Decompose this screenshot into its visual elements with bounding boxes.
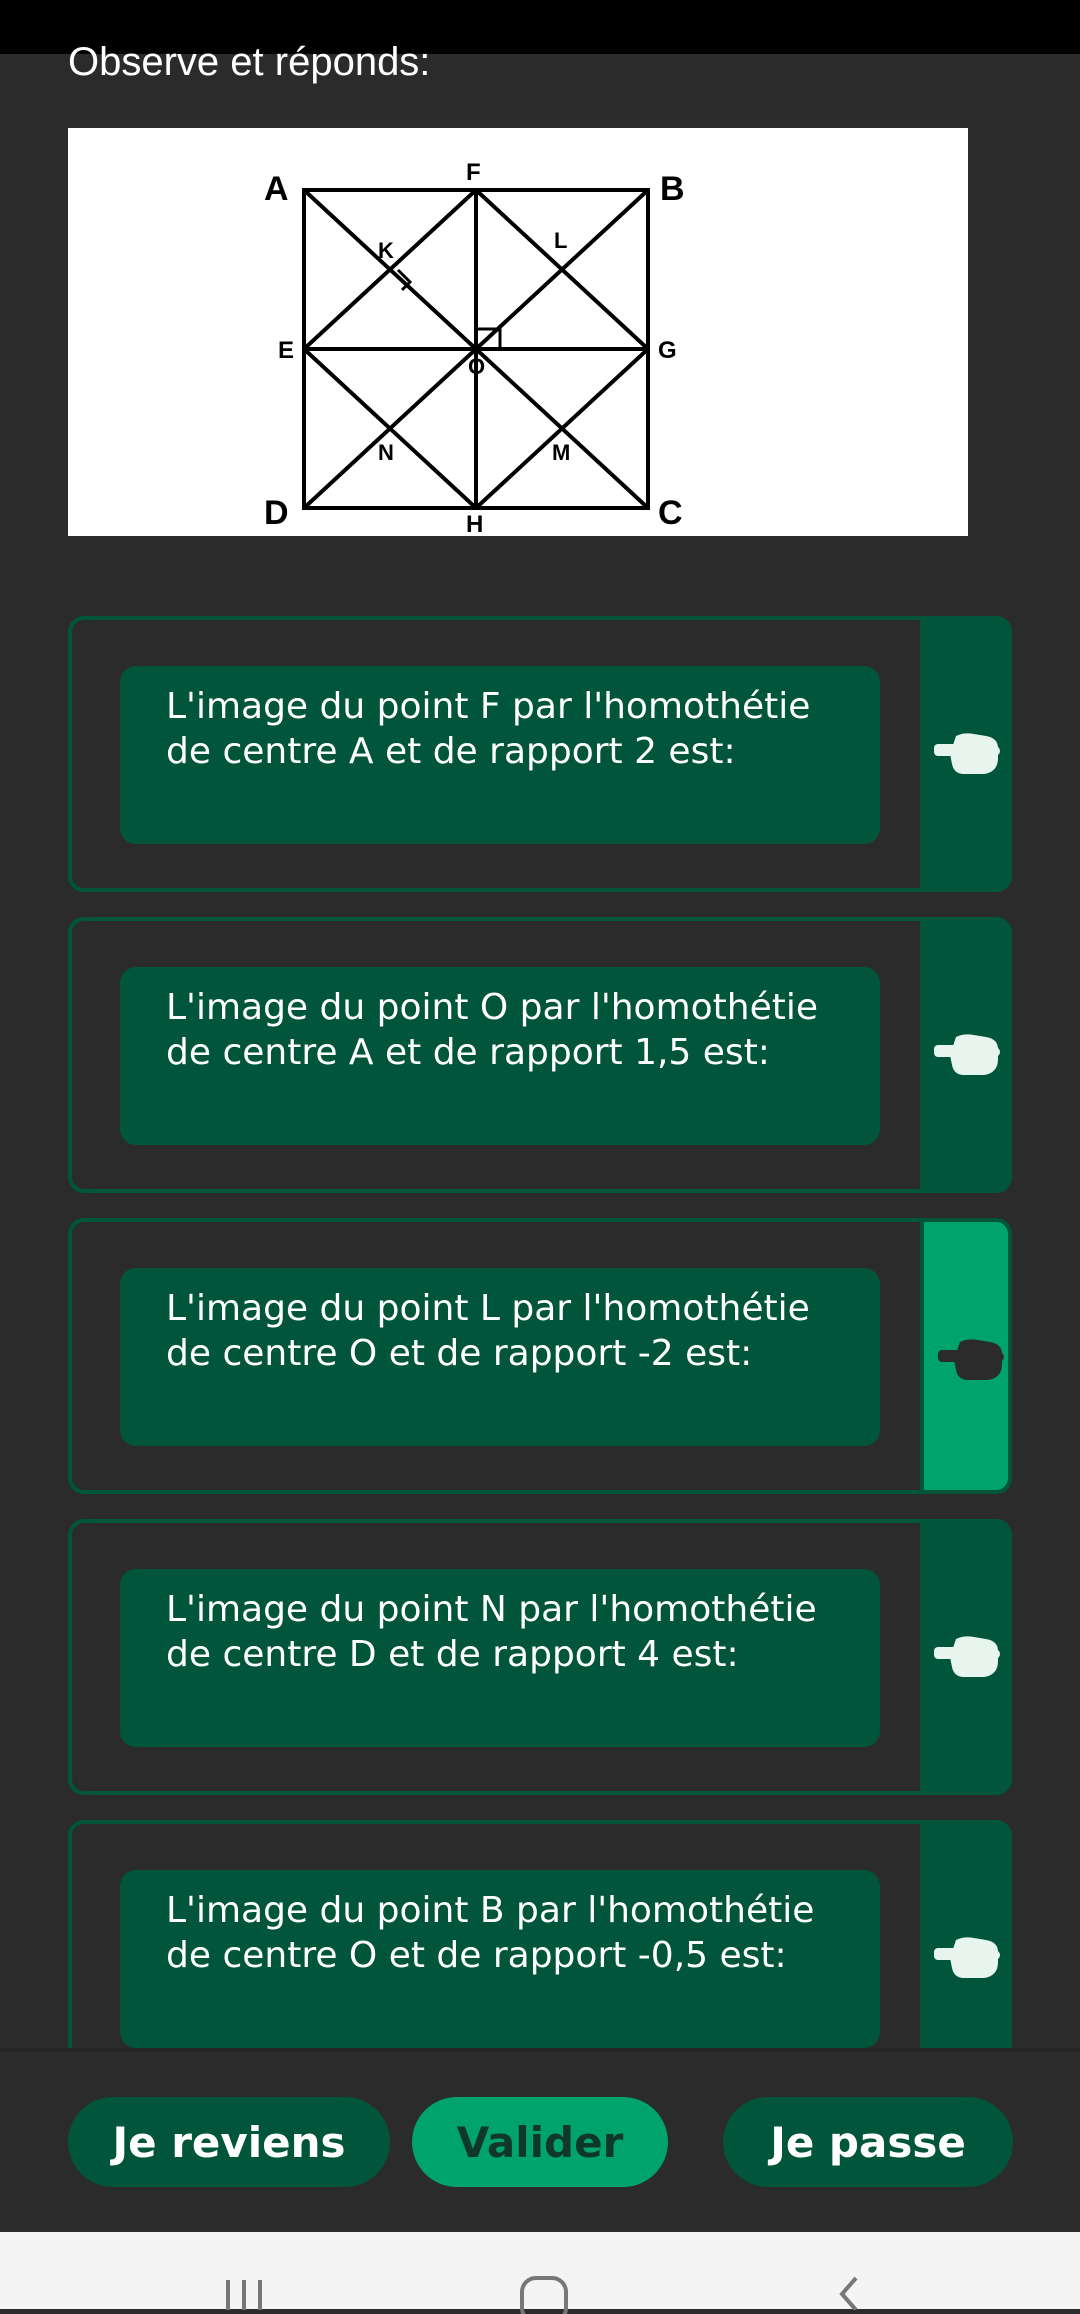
home-icon[interactable] [518,2274,570,2314]
answer-tab[interactable] [920,917,1012,1193]
back-button[interactable]: Je reviens [68,2097,390,2187]
divider [0,2048,1080,2052]
question-card-2[interactable]: L'image du point O par l'homothétie de c… [68,917,1012,1193]
label-B: B [660,170,685,208]
question-text: L'image du point F par l'homothétie de c… [166,686,811,772]
hand-pointing-left-icon [934,1034,1000,1075]
label-M: M [552,440,570,465]
label-C: C [658,494,683,532]
hand-pointing-left-icon [934,733,1000,774]
question-box: L'image du point L par l'homothétie de c… [120,1268,880,1446]
label-H: H [466,511,483,536]
question-card-3[interactable]: L'image du point L par l'homothétie de c… [68,1218,1012,1494]
label-K: K [378,238,394,263]
skip-button[interactable]: Je passe [723,2097,1013,2187]
answer-tab[interactable] [920,1820,1012,2050]
system-nav-bar [0,2232,1080,2314]
question-text: L'image du point B par l'homothétie de c… [166,1890,815,1976]
square-diagram: A F B E G D H C K L O N M [264,159,685,536]
label-A: A [264,170,289,208]
question-box: L'image du point F par l'homothétie de c… [120,666,880,844]
question-card-4[interactable]: L'image du point N par l'homothétie de c… [68,1519,1012,1795]
label-O: O [468,354,485,379]
validate-button[interactable]: Valider [412,2097,668,2187]
instruction-text: Observe et réponds: [68,40,431,84]
answer-tab[interactable] [920,1519,1012,1795]
hand-pointing-left-icon [934,1636,1000,1677]
label-E: E [278,337,294,364]
questions-list[interactable]: L'image du point F par l'homothétie de c… [0,600,1080,2050]
back-icon[interactable] [830,2274,866,2310]
label-G: G [658,337,677,364]
answer-tab[interactable] [920,616,1012,892]
hand-pointing-left-icon [934,1937,1000,1978]
question-box: L'image du point B par l'homothétie de c… [120,1870,880,2048]
question-card-1[interactable]: L'image du point F par l'homothétie de c… [68,616,1012,892]
question-card-5[interactable]: L'image du point B par l'homothétie de c… [68,1820,1012,2050]
question-box: L'image du point O par l'homothétie de c… [120,967,880,1145]
recent-apps-icon[interactable] [222,2274,268,2310]
hand-pointing-left-icon [938,1339,1004,1380]
answer-tab[interactable] [920,1218,1012,1494]
question-text: L'image du point N par l'homothétie de c… [166,1589,817,1675]
label-N: N [378,440,394,465]
label-F: F [466,159,481,186]
question-text: L'image du point O par l'homothétie de c… [166,987,819,1073]
label-D: D [264,494,289,532]
question-text: L'image du point L par l'homothétie de c… [166,1288,810,1374]
geometry-figure: A F B E G D H C K L O N M [68,128,968,536]
question-box: L'image du point N par l'homothétie de c… [120,1569,880,1747]
label-L: L [554,228,567,253]
